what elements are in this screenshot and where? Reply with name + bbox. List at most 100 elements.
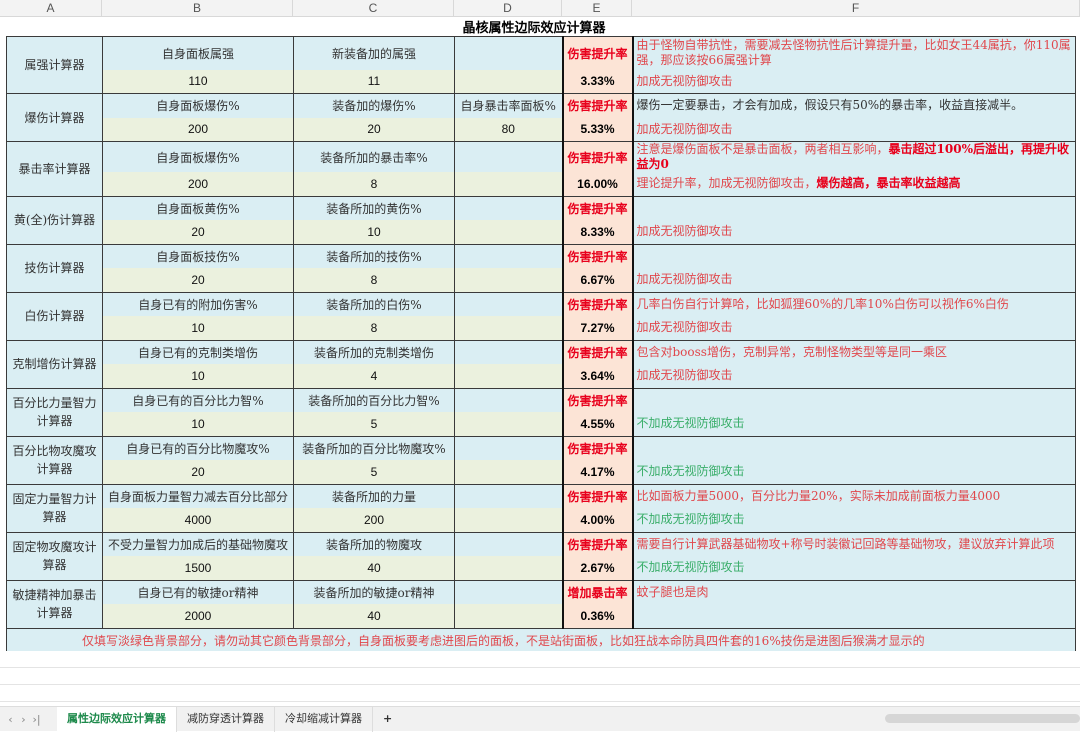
result-label[interactable]: 增加暴击率 [561, 579, 634, 604]
calculator-name[interactable]: 克制增伤计算器 [6, 339, 103, 389]
input-label-d[interactable] [454, 291, 563, 316]
input-label-b[interactable]: 自身已有的敏捷or精神 [102, 579, 294, 604]
calculator-name[interactable]: 百分比物攻魔攻计算器 [6, 435, 103, 485]
column-header-c[interactable]: C [293, 0, 454, 16]
input-value-c[interactable]: 11 [293, 69, 455, 94]
input-value-c[interactable]: 40 [293, 556, 455, 581]
result-value[interactable]: 7.27% [561, 316, 634, 341]
input-value-b[interactable]: 4000 [102, 508, 294, 533]
input-label-c[interactable]: 装备加的爆伤% [293, 93, 455, 118]
input-label-d[interactable] [454, 36, 563, 70]
result-label[interactable]: 伤害提升率 [561, 36, 634, 70]
calculator-name[interactable]: 白伤计算器 [6, 291, 103, 341]
input-value-d[interactable] [454, 460, 563, 485]
calculator-name[interactable]: 敏捷精神加暴击计算器 [6, 579, 103, 629]
input-label-c[interactable]: 装备所加的技伤% [293, 243, 455, 268]
input-value-b[interactable]: 10 [102, 364, 294, 389]
result-value[interactable]: 3.33% [561, 69, 634, 94]
result-value[interactable]: 0.36% [561, 604, 634, 629]
calculator-name[interactable]: 暴击率计算器 [6, 141, 103, 197]
note-cell[interactable] [632, 243, 1076, 268]
note-cell[interactable]: 比如面板力量5000，百分比力量20%，实际未加成前面板力量4000 [632, 483, 1076, 508]
input-label-d[interactable] [454, 195, 563, 220]
input-value-c[interactable]: 8 [293, 268, 455, 293]
input-label-b[interactable]: 自身已有的百分比力智% [102, 387, 294, 412]
result-value[interactable]: 8.33% [561, 220, 634, 245]
input-label-b[interactable]: 自身已有的克制类增伤 [102, 339, 294, 364]
note-cell[interactable] [632, 435, 1076, 460]
input-value-b[interactable]: 20 [102, 220, 294, 245]
note-cell[interactable]: 加成无视防御攻击 [632, 69, 1076, 94]
input-label-c[interactable]: 装备所加的百分比力智% [293, 387, 455, 412]
result-label[interactable]: 伤害提升率 [561, 387, 634, 412]
calculator-name[interactable]: 黄(全)伤计算器 [6, 195, 103, 245]
tab-attribute-marginal[interactable]: 属性边际效应计算器 [57, 706, 177, 732]
column-header-b[interactable]: B [102, 0, 293, 16]
note-cell[interactable]: 爆伤一定要暴击，才会有加成，假设只有50%的暴击率，收益直接减半。 [632, 93, 1076, 118]
calculator-name[interactable]: 属强计算器 [6, 36, 103, 94]
note-cell[interactable]: 加成无视防御攻击 [632, 268, 1076, 293]
result-label[interactable]: 伤害提升率 [561, 243, 634, 268]
input-value-d[interactable] [454, 412, 563, 437]
note-cell[interactable] [632, 604, 1076, 629]
input-value-c[interactable]: 10 [293, 220, 455, 245]
input-label-d[interactable] [454, 387, 563, 412]
input-label-b[interactable]: 自身面板属强 [102, 36, 294, 70]
calculator-name[interactable]: 固定物攻魔攻计算器 [6, 531, 103, 581]
input-value-b[interactable]: 200 [102, 172, 294, 197]
note-cell[interactable]: 不加成无视防御攻击 [632, 460, 1076, 485]
input-label-c[interactable]: 装备所加的克制类增伤 [293, 339, 455, 364]
input-label-d[interactable] [454, 579, 563, 604]
result-label[interactable]: 伤害提升率 [561, 483, 634, 508]
result-label[interactable]: 伤害提升率 [561, 339, 634, 364]
input-label-c[interactable]: 装备所加的敏捷or精神 [293, 579, 455, 604]
result-value[interactable]: 4.00% [561, 508, 634, 533]
result-value[interactable]: 2.67% [561, 556, 634, 581]
note-cell[interactable]: 包含对booss增伤，克制异常，克制怪物类型等是同一乘区 [632, 339, 1076, 364]
calculator-name[interactable]: 爆伤计算器 [6, 93, 103, 142]
input-value-d[interactable] [454, 268, 563, 293]
input-value-c[interactable]: 5 [293, 460, 455, 485]
footer-instruction[interactable]: 仅填写淡绿色背景部分，请勿动其它颜色背景部分，自身面板要考虑进图后的面板，不是站… [6, 627, 1076, 654]
input-label-c[interactable]: 装备所加的物魔攻 [293, 531, 455, 556]
first-sheet-icon[interactable]: ‹ [4, 713, 17, 726]
prev-sheet-icon[interactable]: › [17, 713, 30, 726]
sheet-title[interactable]: 晶核属性边际效应计算器 [6, 17, 1076, 37]
input-label-c[interactable]: 装备所加的力量 [293, 483, 455, 508]
input-value-c[interactable]: 5 [293, 412, 455, 437]
input-value-b[interactable]: 10 [102, 412, 294, 437]
input-value-b[interactable]: 2000 [102, 604, 294, 629]
column-header-d[interactable]: D [454, 0, 562, 16]
input-value-d[interactable]: 80 [454, 117, 563, 142]
tab-cooldown-reduction[interactable]: 冷却缩减计算器 [275, 706, 373, 732]
note-cell[interactable]: 蚊子腿也是肉 [632, 579, 1076, 604]
note-cell[interactable]: 需要自行计算武器基础物攻+称号时装徽记回路等基础物攻，建议放弃计算此项 [632, 531, 1076, 556]
result-value[interactable]: 5.33% [561, 117, 634, 142]
input-value-b[interactable]: 200 [102, 117, 294, 142]
input-label-d[interactable] [454, 339, 563, 364]
input-value-d[interactable] [454, 556, 563, 581]
input-value-b[interactable]: 10 [102, 316, 294, 341]
note-cell[interactable] [632, 387, 1076, 412]
input-label-d[interactable] [454, 243, 563, 268]
note-cell[interactable]: 加成无视防御攻击 [632, 220, 1076, 245]
calculator-name[interactable]: 百分比力量智力计算器 [6, 387, 103, 437]
result-value[interactable]: 4.17% [561, 460, 634, 485]
result-label[interactable]: 伤害提升率 [561, 531, 634, 556]
result-value[interactable]: 16.00% [561, 172, 634, 197]
result-label[interactable]: 伤害提升率 [561, 435, 634, 460]
column-header-e[interactable]: E [562, 0, 632, 16]
horizontal-scrollbar[interactable] [885, 714, 1080, 723]
calculator-name[interactable]: 技伤计算器 [6, 243, 103, 293]
input-value-c[interactable]: 8 [293, 316, 455, 341]
empty-grid[interactable] [0, 651, 1080, 706]
column-header-f[interactable]: F [632, 0, 1080, 16]
input-label-b[interactable]: 自身面板爆伤% [102, 141, 294, 172]
result-label[interactable]: 伤害提升率 [561, 291, 634, 316]
tab-defense-penetration[interactable]: 减防穿透计算器 [177, 706, 275, 732]
input-value-d[interactable] [454, 364, 563, 389]
input-value-c[interactable]: 40 [293, 604, 455, 629]
input-value-c[interactable]: 200 [293, 508, 455, 533]
input-label-c[interactable]: 新装备加的属强 [293, 36, 455, 70]
input-value-b[interactable]: 20 [102, 268, 294, 293]
